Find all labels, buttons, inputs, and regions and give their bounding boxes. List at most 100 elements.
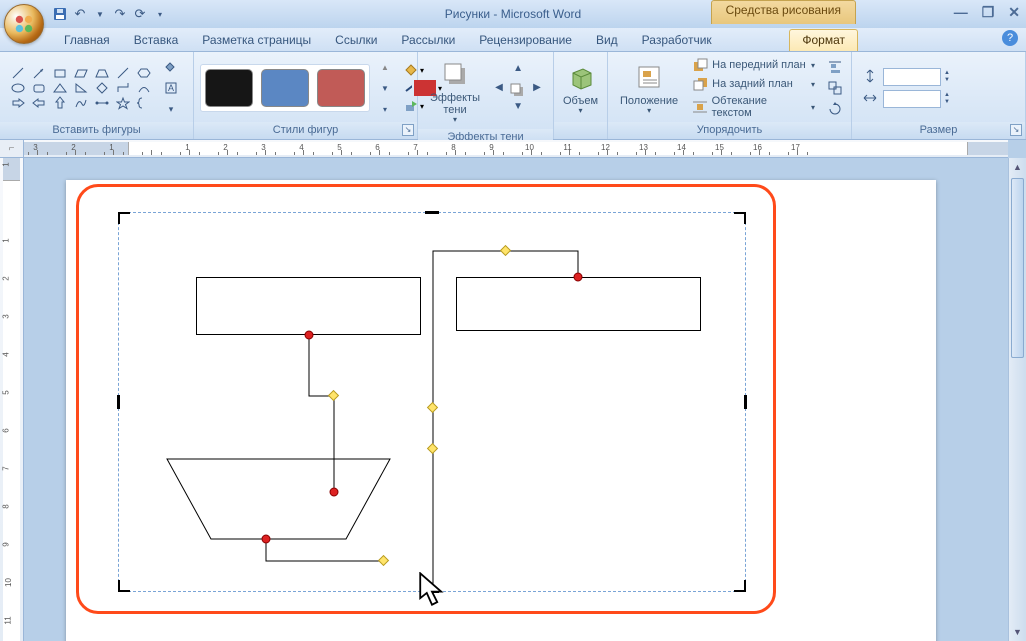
tab-view[interactable]: Вид [584, 30, 630, 51]
group-label-insert-shapes: Вставить фигуры [0, 122, 193, 139]
text-wrapping-button[interactable]: Обтекание текстом▾ [688, 94, 819, 120]
gallery-up-icon[interactable]: ▲ [376, 58, 394, 76]
group-shadow-effects: Эффекты тени ▾ ▲ ◀ ▶ ▼ Эффекты тени [418, 52, 554, 139]
minimize-button[interactable]: — [954, 4, 968, 21]
shape-ellipse-icon[interactable] [8, 81, 28, 95]
width-input[interactable] [883, 90, 941, 108]
tab-format[interactable]: Формат [789, 29, 858, 51]
shape-star-icon[interactable] [113, 96, 133, 110]
document-area: ⌐ 3211234567891011121314151617 112345678… [0, 140, 1026, 641]
qat-more-icon[interactable]: ▾ [152, 6, 168, 22]
shape-arrowblock-icon[interactable] [8, 96, 28, 110]
tab-insert[interactable]: Вставка [122, 30, 191, 51]
contextual-tools-label: Средства рисования [711, 0, 856, 24]
tab-references[interactable]: Ссылки [323, 30, 389, 51]
size-launcher-icon[interactable]: ↘ [1010, 124, 1022, 136]
shape-triangle-icon[interactable] [50, 81, 70, 95]
shape-line2-icon[interactable] [113, 66, 133, 80]
group-3d: Объем ▾ [554, 52, 608, 139]
style-swatch-black[interactable] [205, 69, 253, 107]
shape-trapezoid-icon[interactable] [92, 66, 112, 80]
horizontal-ruler[interactable]: 3211234567891011121314151617 [24, 140, 1008, 158]
height-up-icon[interactable]: ▲ [944, 70, 950, 77]
office-button[interactable] [4, 4, 44, 44]
align-button[interactable] [825, 58, 845, 76]
shapes-gallery[interactable] [6, 64, 156, 112]
page [66, 180, 936, 641]
rotate-button[interactable] [825, 100, 845, 118]
shadow-effects-button[interactable]: Эффекты тени ▾ [424, 56, 486, 127]
edit-shape-icon[interactable] [162, 58, 180, 76]
svg-text:A: A [168, 83, 174, 93]
close-button[interactable]: ✕ [1008, 4, 1020, 21]
dialog-launcher-icon[interactable]: ↘ [402, 124, 414, 136]
dropdown-icon[interactable]: ▼ [92, 6, 108, 22]
shadow-toggle-icon[interactable] [509, 82, 527, 100]
shape-brace-icon[interactable] [134, 96, 154, 110]
shape-leftarrow-icon[interactable] [29, 96, 49, 110]
shape-uparrow-icon[interactable] [50, 96, 70, 110]
shape-rect-icon[interactable] [50, 66, 70, 80]
scroll-up-icon[interactable]: ▲ [1009, 158, 1026, 176]
group-label-arrange: Упорядочить [608, 122, 851, 139]
bring-to-front-button[interactable]: На передний план▾ [688, 56, 819, 74]
scroll-down-icon[interactable]: ▼ [1009, 623, 1026, 641]
group-button[interactable] [825, 79, 845, 97]
group-label-shape-styles: Стили фигур↘ [194, 122, 417, 139]
shape-curve-icon[interactable] [134, 81, 154, 95]
nudge-up-icon[interactable]: ▲ [509, 63, 527, 81]
shape-diamond-icon[interactable] [92, 81, 112, 95]
tab-review[interactable]: Рецензирование [467, 30, 584, 51]
tab-page-layout[interactable]: Разметка страницы [190, 30, 323, 51]
position-button[interactable]: Положение ▾ [614, 59, 684, 118]
vertical-ruler[interactable]: 11234567891011 [0, 158, 24, 641]
gallery-down-icon[interactable]: ▼ [376, 79, 394, 97]
ribbon: A ▾ Вставить фигуры ▲ ▼ ▾ ▾ ▾ ▾ Сти [0, 52, 1026, 140]
refresh-icon[interactable]: ⟳ [132, 6, 148, 22]
nudge-left-icon[interactable]: ◀ [490, 82, 508, 100]
nudge-down-icon[interactable]: ▼ [509, 101, 527, 119]
tab-home[interactable]: Главная [52, 30, 122, 51]
title-bar: ↶ ▼ ↷ ⟳ ▾ Рисунки - Microsoft Word Средс… [0, 0, 1026, 28]
document-viewport[interactable] [24, 158, 1008, 641]
group-size: ▲▼ ▲▼ Размер↘ [852, 52, 1026, 139]
scrollbar-thumb[interactable] [1011, 178, 1024, 358]
send-to-back-button[interactable]: На задний план▾ [688, 75, 819, 93]
3d-effects-button[interactable]: Объем ▾ [557, 59, 604, 118]
drawing-canvas-selection[interactable] [118, 212, 746, 592]
width-up-icon[interactable]: ▲ [944, 92, 950, 99]
group-shape-styles: ▲ ▼ ▾ ▾ ▾ ▾ Стили фигур↘ [194, 52, 418, 139]
height-icon [862, 68, 880, 86]
undo-icon[interactable]: ↶ [72, 6, 88, 22]
group-label-3d [554, 122, 607, 139]
help-icon[interactable]: ? [1002, 30, 1018, 46]
ribbon-tab-bar: Главная Вставка Разметка страницы Ссылки… [0, 28, 1026, 52]
maximize-button[interactable]: ❐ [982, 4, 995, 21]
shape-roundrect-icon[interactable] [29, 81, 49, 95]
tab-developer[interactable]: Разработчик [630, 30, 724, 51]
quick-access-toolbar: ↶ ▼ ↷ ⟳ ▾ [52, 0, 168, 28]
redo-icon[interactable]: ↷ [112, 6, 128, 22]
shape-hexagon-icon[interactable] [134, 66, 154, 80]
save-icon[interactable] [52, 6, 68, 22]
width-icon [862, 90, 880, 108]
gallery-more-icon[interactable]: ▾ [162, 100, 180, 118]
width-down-icon[interactable]: ▼ [944, 99, 950, 106]
nudge-right-icon[interactable]: ▶ [528, 82, 546, 100]
vertical-scrollbar[interactable]: ▲ ▼ [1008, 158, 1026, 641]
shape-connector-icon[interactable] [92, 96, 112, 110]
style-swatch-red[interactable] [317, 69, 365, 107]
height-input[interactable] [883, 68, 941, 86]
mouse-cursor-icon [418, 572, 446, 606]
shape-line-icon[interactable] [8, 66, 28, 80]
shape-rtriangle-icon[interactable] [71, 81, 91, 95]
shape-freeform-icon[interactable] [71, 96, 91, 110]
shape-elbow-icon[interactable] [113, 81, 133, 95]
style-swatch-blue[interactable] [261, 69, 309, 107]
shape-parallelogram-icon[interactable] [71, 66, 91, 80]
gallery-expand-icon[interactable]: ▾ [376, 100, 394, 118]
tab-mailings[interactable]: Рассылки [389, 30, 467, 51]
height-down-icon[interactable]: ▼ [944, 77, 950, 84]
shape-arrow-icon[interactable] [29, 66, 49, 80]
text-box-icon[interactable]: A [162, 79, 180, 97]
